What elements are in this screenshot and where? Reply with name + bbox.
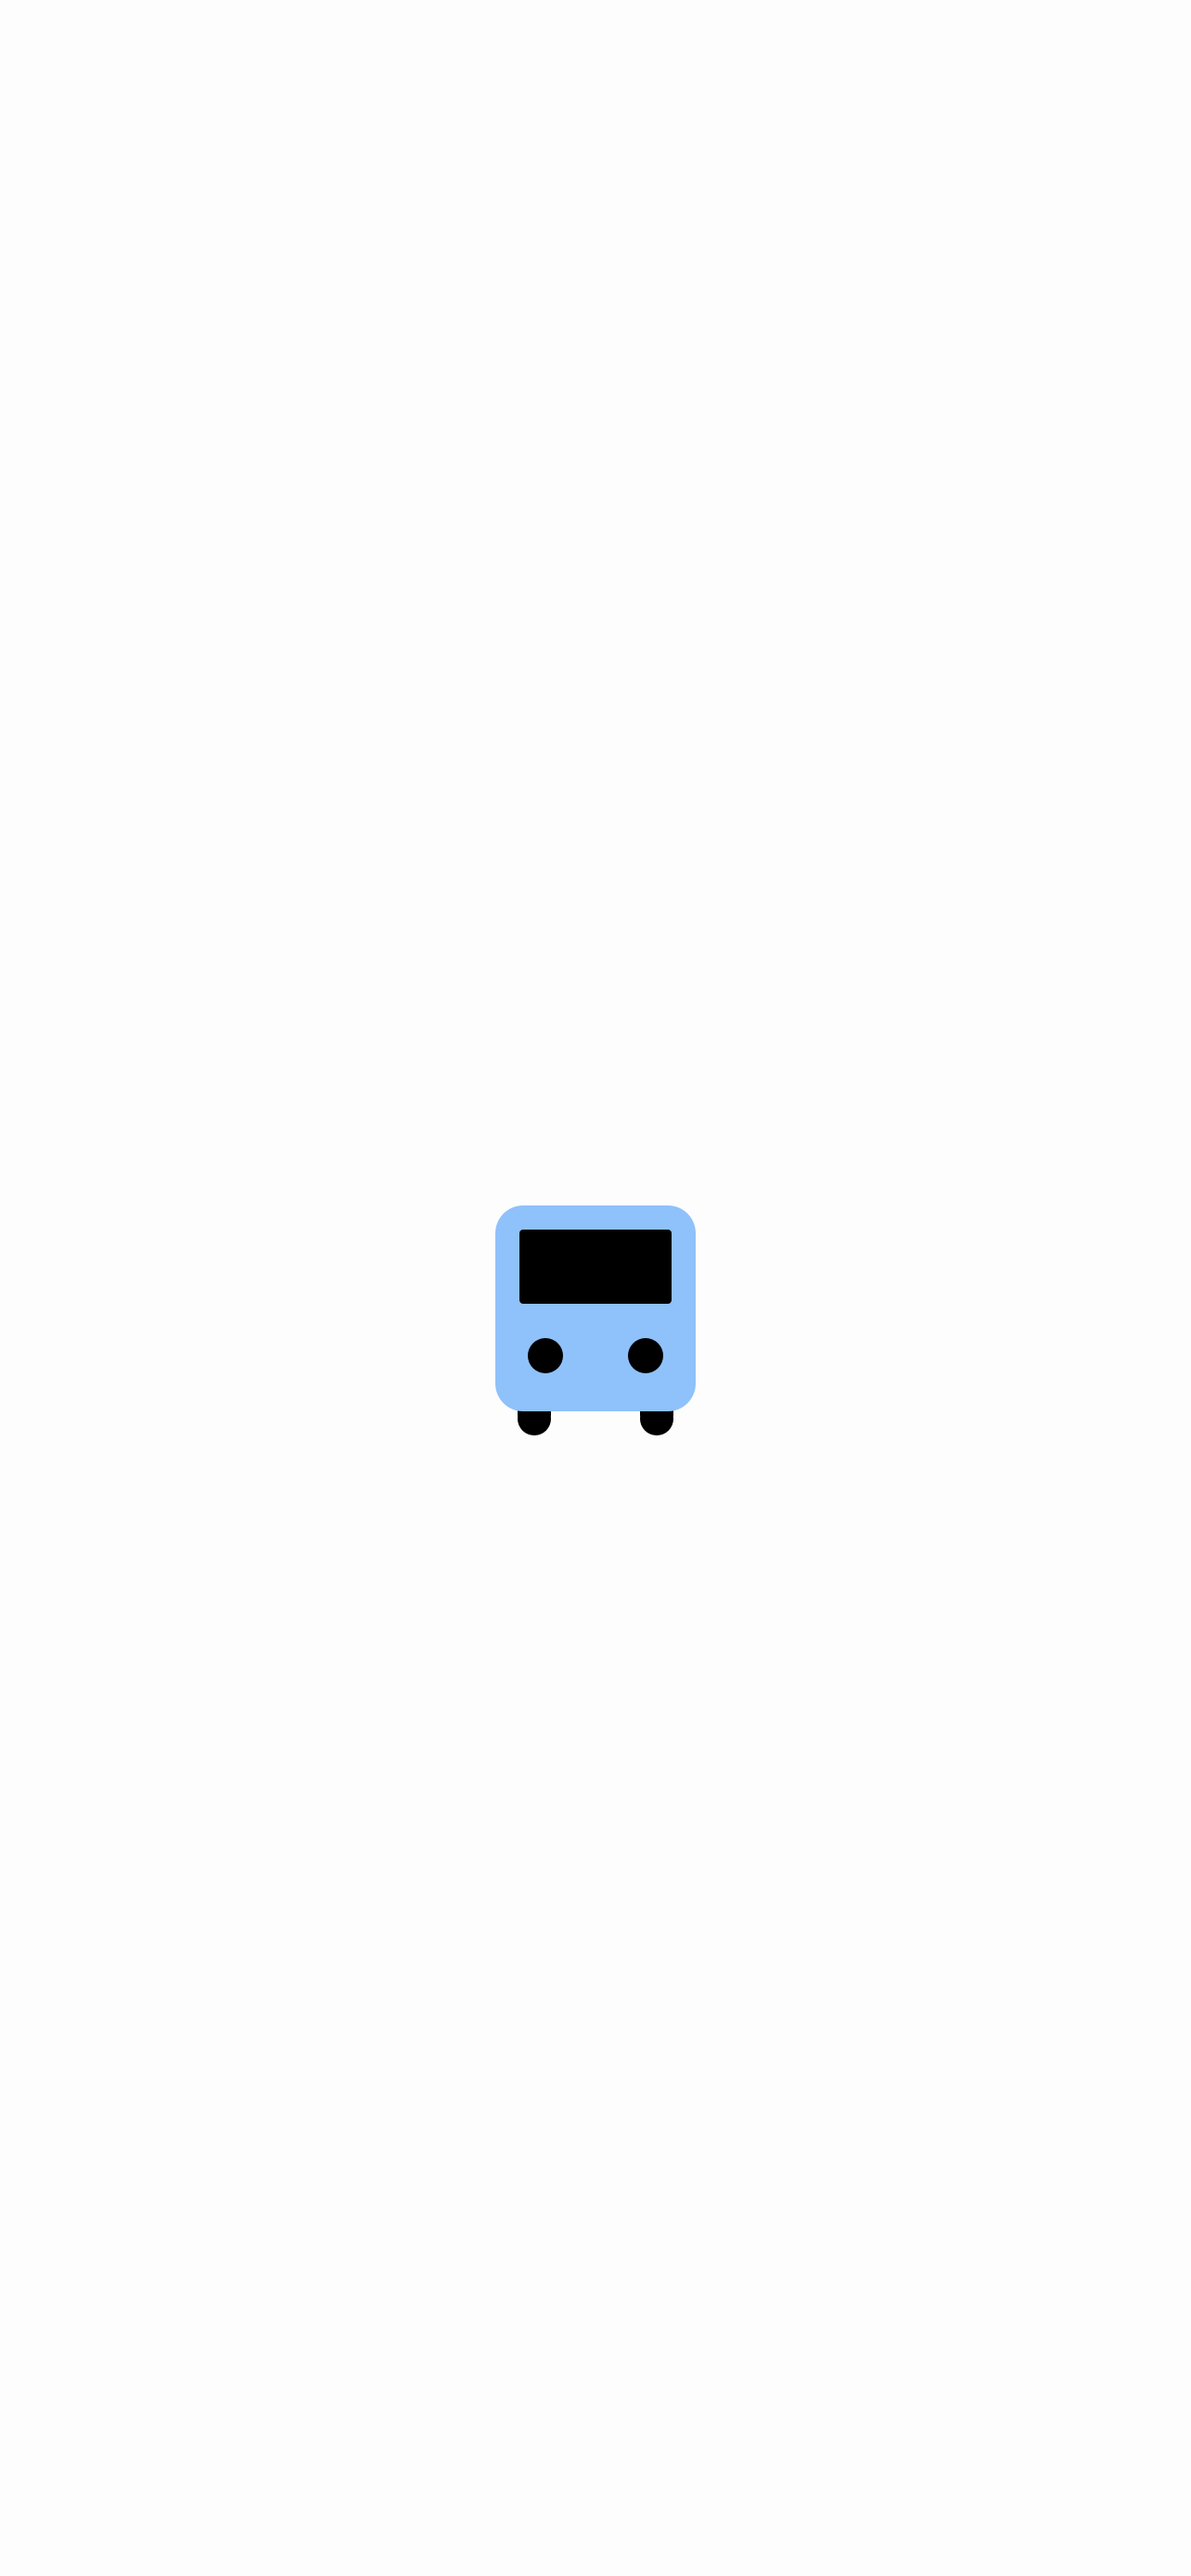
bus-windshield [519,1230,672,1304]
app-logo [495,1205,696,1437]
bus-icon [495,1205,696,1435]
bus-left-headlight [528,1338,563,1373]
bus-right-headlight [628,1338,663,1373]
splash-screen [0,0,1191,2576]
